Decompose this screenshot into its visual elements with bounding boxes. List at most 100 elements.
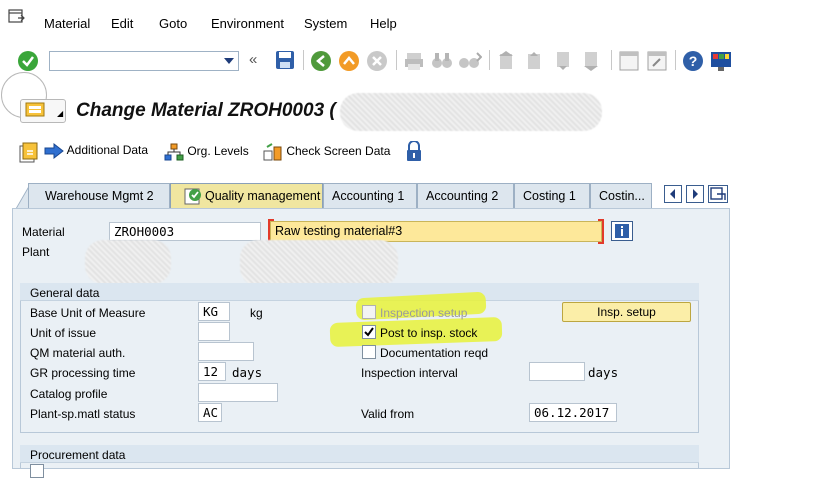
inspection-setup-checkbox[interactable] [362,305,376,319]
tab-accounting-2[interactable]: Accounting 2 [417,183,514,208]
inspection-interval-field[interactable] [529,362,585,381]
additional-data-button[interactable]: Additional Data [44,142,149,160]
base-uom-text: kg [250,306,263,320]
insp-setup-button[interactable]: Insp. setup [562,302,691,322]
org-levels-label: Org. Levels [187,144,249,159]
menu-goto[interactable]: Goto [159,16,187,31]
dropdown-triangle-icon: ◢ [57,109,64,118]
tab-quality-management[interactable]: Quality management [170,183,323,208]
info-icon [615,224,629,238]
multi-object-icon[interactable] [18,140,40,164]
tab-scroll-left-button[interactable] [664,185,682,203]
material-number-field[interactable]: ZROH0003 [109,222,261,241]
svg-text:?: ? [689,53,698,69]
additional-data-label: Additional Data [66,143,149,158]
tab-costing-2[interactable]: Costin... [590,183,652,208]
post-insp-stock-checkbox[interactable] [362,325,376,339]
tab-quality-management-label: Quality management [205,189,321,203]
gr-processing-time-field[interactable]: 12 [198,362,226,381]
back-icon[interactable] [310,50,332,72]
plant-status-field[interactable]: AC [198,403,222,422]
quality-check-icon [184,188,201,205]
documentation-reqd-checkbox[interactable] [362,345,376,359]
base-uom-label: Base Unit of Measure [30,306,146,320]
gr-processing-time-label: GR processing time [30,366,136,380]
toolbar-separator [489,50,490,70]
chevron-left-icon [670,189,675,199]
first-page-icon[interactable] [497,50,517,72]
unit-of-issue-field[interactable] [198,322,230,341]
plant-label: Plant [22,245,50,259]
collapse-arrows-icon[interactable]: « [249,51,257,68]
dynpro-menu-button[interactable]: ◢ [20,99,66,123]
long-text-button[interactable] [611,221,633,241]
find-icon[interactable] [431,51,453,71]
exit-icon[interactable] [338,50,360,72]
inspection-interval-label: Inspection interval [361,366,458,380]
valid-from-label: Valid from [361,407,415,421]
material-description-field[interactable]: Raw testing material#3 [270,221,602,242]
page-title: Change Material ZROH0003 ( [76,100,336,121]
unit-of-issue-label: Unit of issue [30,326,97,340]
toolbar-separator [611,50,612,70]
lock-icon[interactable] [404,141,424,163]
menu-bar: Material Edit Goto Environment System He… [0,0,823,44]
toolbar-separator [396,50,397,70]
menu-edit[interactable]: Edit [111,16,133,31]
post-insp-stock-label: Post to insp. stock [380,326,478,340]
find-next-icon[interactable] [458,51,482,71]
help-icon[interactable]: ? [682,50,704,72]
redacted-plant-code [85,240,171,284]
org-hierarchy-icon [164,143,184,161]
screen-menu-icon [25,102,45,117]
previous-page-icon[interactable] [525,50,545,72]
tab-warehouse-mgmt-2[interactable]: Warehouse Mgmt 2 [28,183,170,208]
plant-status-label: Plant-sp.matl status [30,407,136,421]
inspection-setup-label: Inspection setup [380,306,468,320]
procurement-data-header: Procurement data [20,445,699,463]
tab-scroll-right-button[interactable] [686,185,704,203]
print-icon[interactable] [404,51,424,71]
toolbar-separator [303,50,304,70]
save-icon[interactable] [275,50,295,70]
customize-layout-icon[interactable] [710,50,732,72]
redacted-area [340,93,602,131]
catalog-profile-field[interactable] [198,383,278,402]
chevron-down-icon[interactable] [224,58,234,65]
material-label: Material [22,225,65,239]
inspection-interval-unit: days [588,365,619,380]
window-menu-icon[interactable] [8,9,26,25]
qm-material-auth-field[interactable] [198,342,254,361]
gr-time-unit: days [232,365,263,380]
toolbar-separator [675,50,676,70]
cancel-icon[interactable] [366,50,388,72]
menu-system[interactable]: System [304,16,347,31]
org-levels-button[interactable]: Org. Levels [164,143,249,161]
redacted-plant-name [240,240,398,286]
check-screen-data-button[interactable]: Check Screen Data [263,143,390,161]
menu-material[interactable]: Material [44,16,90,31]
tab-list-button[interactable] [708,185,728,203]
new-session-icon[interactable] [619,51,639,71]
qm-material-auth-label: QM material auth. [30,346,126,360]
menu-environment[interactable]: Environment [211,16,284,31]
menu-help[interactable]: Help [370,16,397,31]
next-page-icon[interactable] [554,50,574,72]
chevron-right-icon [693,189,698,199]
procurement-checkbox[interactable] [30,464,44,478]
arrow-right-icon [44,142,64,160]
documentation-reqd-label: Documentation reqd [380,346,489,360]
enter-check-icon[interactable] [17,50,39,72]
required-marker-right [598,219,604,244]
check-screen-icon [263,143,282,161]
command-field[interactable] [49,51,239,71]
check-screen-data-label: Check Screen Data [286,144,391,159]
base-uom-field[interactable]: KG [198,302,230,321]
tab-accounting-1[interactable]: Accounting 1 [323,183,417,208]
tab-list-icon [710,187,726,200]
tab-costing-1[interactable]: Costing 1 [514,183,590,208]
valid-from-field[interactable]: 06.12.2017 [529,403,617,422]
shortcut-icon[interactable] [647,51,667,71]
catalog-profile-label: Catalog profile [30,387,108,401]
last-page-icon[interactable] [582,50,602,72]
